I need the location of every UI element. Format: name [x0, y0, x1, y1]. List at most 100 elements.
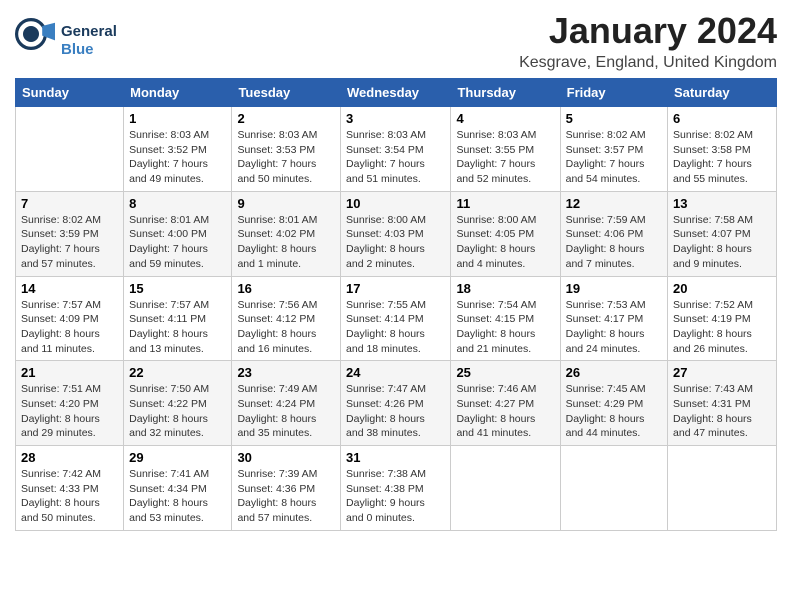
calendar-cell: 17 Sunrise: 7:55 AM Sunset: 4:14 PM Dayli…	[341, 276, 451, 361]
day-number: 24	[346, 365, 445, 380]
day-number: 7	[21, 196, 118, 211]
day-number: 1	[129, 111, 226, 126]
day-info: Sunrise: 8:02 AM Sunset: 3:58 PM Dayligh…	[673, 128, 771, 187]
calendar-header-friday: Friday	[560, 79, 667, 107]
day-info: Sunrise: 7:42 AM Sunset: 4:33 PM Dayligh…	[21, 467, 118, 526]
day-number: 13	[673, 196, 771, 211]
day-info: Sunrise: 7:46 AM Sunset: 4:27 PM Dayligh…	[456, 382, 554, 441]
day-info: Sunrise: 8:03 AM Sunset: 3:55 PM Dayligh…	[456, 128, 554, 187]
calendar-cell: 14 Sunrise: 7:57 AM Sunset: 4:09 PM Dayli…	[16, 276, 124, 361]
calendar-cell: 10Sunrise: 8:00 AM Sunset: 4:03 PM Dayli…	[341, 191, 451, 276]
day-number: 25	[456, 365, 554, 380]
day-number: 2	[237, 111, 335, 126]
calendar-cell: 12 Sunrise: 7:59 AM Sunset: 4:06 PM Dayli…	[560, 191, 667, 276]
logo: General Blue	[15, 18, 117, 63]
header-area: General Blue January 2024 Kesgrave, Engl…	[15, 10, 777, 72]
day-number: 15	[129, 281, 226, 296]
calendar-cell: 21 Sunrise: 7:51 AM Sunset: 4:20 PM Dayli…	[16, 361, 124, 446]
calendar-week-row: 7 Sunrise: 8:02 AM Sunset: 3:59 PM Daylig…	[16, 191, 777, 276]
day-info: Sunrise: 7:45 AM Sunset: 4:29 PM Dayligh…	[566, 382, 662, 441]
calendar-cell: 28 Sunrise: 7:42 AM Sunset: 4:33 PM Dayli…	[16, 446, 124, 531]
calendar-header-sunday: Sunday	[16, 79, 124, 107]
day-number: 30	[237, 450, 335, 465]
calendar-cell	[451, 446, 560, 531]
calendar-cell: 6 Sunrise: 8:02 AM Sunset: 3:58 PM Daylig…	[668, 107, 777, 192]
day-info: Sunrise: 7:49 AM Sunset: 4:24 PM Dayligh…	[237, 382, 335, 441]
day-info: Sunrise: 7:39 AM Sunset: 4:36 PM Dayligh…	[237, 467, 335, 526]
day-number: 28	[21, 450, 118, 465]
calendar-week-row: 28 Sunrise: 7:42 AM Sunset: 4:33 PM Dayli…	[16, 446, 777, 531]
calendar-cell: 27 Sunrise: 7:43 AM Sunset: 4:31 PM Dayli…	[668, 361, 777, 446]
calendar-cell: 9 Sunrise: 8:01 AM Sunset: 4:02 PM Daylig…	[232, 191, 341, 276]
day-info: Sunrise: 7:43 AM Sunset: 4:31 PM Dayligh…	[673, 382, 771, 441]
calendar-cell: 15 Sunrise: 7:57 AM Sunset: 4:11 PM Dayli…	[124, 276, 232, 361]
calendar-table: SundayMondayTuesdayWednesdayThursdayFrid…	[15, 78, 777, 531]
day-info: Sunrise: 7:38 AM Sunset: 4:38 PM Dayligh…	[346, 467, 445, 526]
day-info: Sunrise: 7:50 AM Sunset: 4:22 PM Dayligh…	[129, 382, 226, 441]
day-info: Sunrise: 7:57 AM Sunset: 4:09 PM Dayligh…	[21, 298, 118, 357]
calendar-cell: 23 Sunrise: 7:49 AM Sunset: 4:24 PM Dayli…	[232, 361, 341, 446]
day-number: 9	[237, 196, 335, 211]
calendar-cell: 22Sunrise: 7:50 AM Sunset: 4:22 PM Dayli…	[124, 361, 232, 446]
calendar-cell: 3Sunrise: 8:03 AM Sunset: 3:54 PM Daylig…	[341, 107, 451, 192]
day-number: 21	[21, 365, 118, 380]
day-info: Sunrise: 8:02 AM Sunset: 3:59 PM Dayligh…	[21, 213, 118, 272]
day-info: Sunrise: 7:41 AM Sunset: 4:34 PM Dayligh…	[129, 467, 226, 526]
day-info: Sunrise: 7:55 AM Sunset: 4:14 PM Dayligh…	[346, 298, 445, 357]
calendar-cell: 18Sunrise: 7:54 AM Sunset: 4:15 PM Dayli…	[451, 276, 560, 361]
day-info: Sunrise: 7:53 AM Sunset: 4:17 PM Dayligh…	[566, 298, 662, 357]
day-info: Sunrise: 8:02 AM Sunset: 3:57 PM Dayligh…	[566, 128, 662, 187]
calendar-cell: 11Sunrise: 8:00 AM Sunset: 4:05 PM Dayli…	[451, 191, 560, 276]
day-info: Sunrise: 7:58 AM Sunset: 4:07 PM Dayligh…	[673, 213, 771, 272]
calendar-header-tuesday: Tuesday	[232, 79, 341, 107]
calendar-header-saturday: Saturday	[668, 79, 777, 107]
calendar-cell: 4 Sunrise: 8:03 AM Sunset: 3:55 PM Daylig…	[451, 107, 560, 192]
day-info: Sunrise: 8:03 AM Sunset: 3:53 PM Dayligh…	[237, 128, 335, 187]
day-info: Sunrise: 8:03 AM Sunset: 3:54 PM Dayligh…	[346, 128, 445, 187]
calendar-cell: 2 Sunrise: 8:03 AM Sunset: 3:53 PM Daylig…	[232, 107, 341, 192]
day-info: Sunrise: 7:47 AM Sunset: 4:26 PM Dayligh…	[346, 382, 445, 441]
day-number: 6	[673, 111, 771, 126]
day-number: 11	[456, 196, 554, 211]
calendar-cell: 30 Sunrise: 7:39 AM Sunset: 4:36 PM Dayli…	[232, 446, 341, 531]
day-number: 8	[129, 196, 226, 211]
day-number: 20	[673, 281, 771, 296]
calendar-week-row: 1 Sunrise: 8:03 AM Sunset: 3:52 PM Daylig…	[16, 107, 777, 192]
day-number: 23	[237, 365, 335, 380]
calendar-cell: 8Sunrise: 8:01 AM Sunset: 4:00 PM Daylig…	[124, 191, 232, 276]
day-number: 31	[346, 450, 445, 465]
calendar-header-monday: Monday	[124, 79, 232, 107]
calendar-cell: 20 Sunrise: 7:52 AM Sunset: 4:19 PM Dayli…	[668, 276, 777, 361]
day-number: 12	[566, 196, 662, 211]
day-info: Sunrise: 7:54 AM Sunset: 4:15 PM Dayligh…	[456, 298, 554, 357]
day-number: 14	[21, 281, 118, 296]
day-number: 27	[673, 365, 771, 380]
calendar-cell: 1 Sunrise: 8:03 AM Sunset: 3:52 PM Daylig…	[124, 107, 232, 192]
calendar-cell: 25 Sunrise: 7:46 AM Sunset: 4:27 PM Dayli…	[451, 361, 560, 446]
day-number: 16	[237, 281, 335, 296]
calendar-cell	[668, 446, 777, 531]
day-info: Sunrise: 8:03 AM Sunset: 3:52 PM Dayligh…	[129, 128, 226, 187]
day-number: 26	[566, 365, 662, 380]
calendar-cell: 31 Sunrise: 7:38 AM Sunset: 4:38 PM Dayli…	[341, 446, 451, 531]
day-info: Sunrise: 7:56 AM Sunset: 4:12 PM Dayligh…	[237, 298, 335, 357]
day-number: 17	[346, 281, 445, 296]
calendar-cell: 5 Sunrise: 8:02 AM Sunset: 3:57 PM Daylig…	[560, 107, 667, 192]
day-info: Sunrise: 7:59 AM Sunset: 4:06 PM Dayligh…	[566, 213, 662, 272]
day-info: Sunrise: 8:01 AM Sunset: 4:02 PM Dayligh…	[237, 213, 335, 272]
calendar-header-thursday: Thursday	[451, 79, 560, 107]
title-area: January 2024 Kesgrave, England, United K…	[519, 10, 777, 72]
month-title: January 2024	[519, 10, 777, 52]
calendar-week-row: 21 Sunrise: 7:51 AM Sunset: 4:20 PM Dayli…	[16, 361, 777, 446]
location-title: Kesgrave, England, United Kingdom	[519, 54, 777, 72]
day-number: 19	[566, 281, 662, 296]
calendar-cell: 26 Sunrise: 7:45 AM Sunset: 4:29 PM Dayli…	[560, 361, 667, 446]
calendar-cell: 16 Sunrise: 7:56 AM Sunset: 4:12 PM Dayli…	[232, 276, 341, 361]
calendar-cell: 19 Sunrise: 7:53 AM Sunset: 4:17 PM Dayli…	[560, 276, 667, 361]
day-number: 5	[566, 111, 662, 126]
day-info: Sunrise: 7:57 AM Sunset: 4:11 PM Dayligh…	[129, 298, 226, 357]
day-number: 4	[456, 111, 554, 126]
calendar-week-row: 14 Sunrise: 7:57 AM Sunset: 4:09 PM Dayli…	[16, 276, 777, 361]
day-info: Sunrise: 7:52 AM Sunset: 4:19 PM Dayligh…	[673, 298, 771, 357]
day-info: Sunrise: 7:51 AM Sunset: 4:20 PM Dayligh…	[21, 382, 118, 441]
